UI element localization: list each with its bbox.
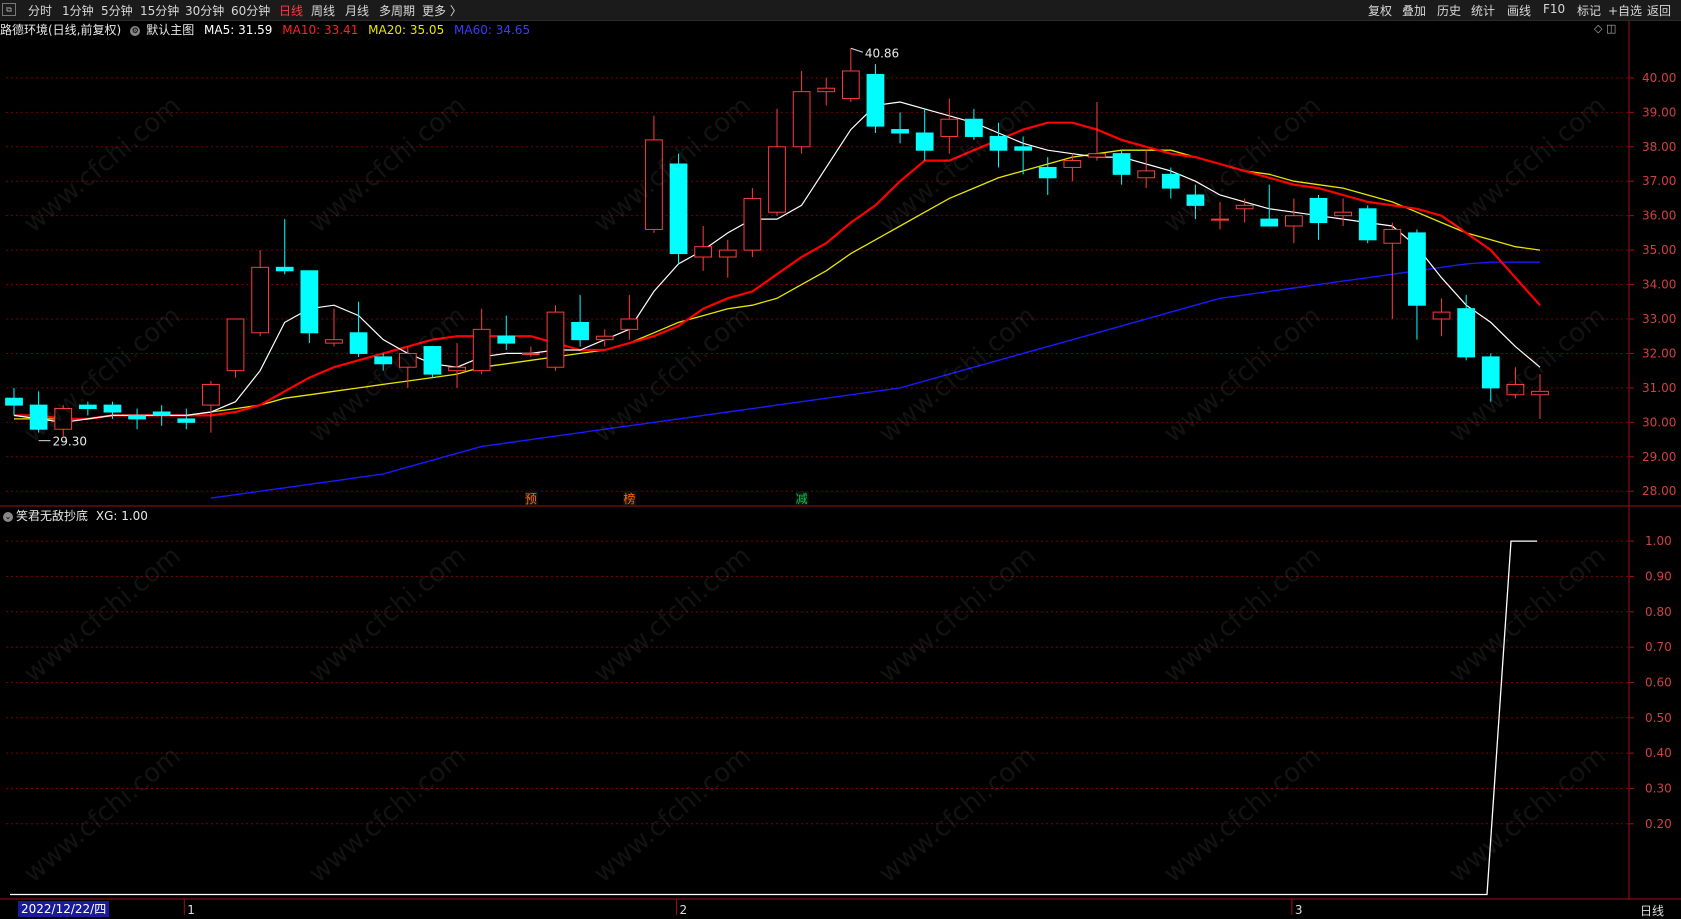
- candle-up: [718, 249, 737, 258]
- candle-up: [448, 366, 466, 372]
- indicator-tick-label: 0.90: [1645, 569, 1672, 583]
- candle-down: [275, 266, 294, 272]
- candle-up: [398, 352, 417, 368]
- candle-down: [374, 356, 393, 365]
- candle-down: [1408, 232, 1426, 306]
- indicator-tick-label: 0.20: [1645, 817, 1672, 831]
- high-pointer: [850, 47, 863, 53]
- price-tick-label: 37.00: [1642, 174, 1676, 188]
- candle-up: [645, 139, 663, 230]
- candle-up: [792, 91, 811, 148]
- price-tick-label: 38.00: [1642, 140, 1676, 154]
- candle-up: [595, 335, 614, 341]
- candle-up: [694, 246, 713, 258]
- candle-up: [1506, 383, 1525, 396]
- candle-down: [300, 270, 319, 334]
- candle-down: [1260, 218, 1279, 227]
- indicator-tick-label: 0.60: [1645, 675, 1672, 689]
- price-tick-label: 33.00: [1642, 312, 1676, 326]
- period-label[interactable]: 日线: [1640, 902, 1664, 919]
- indicator-tick-label: 0.40: [1645, 746, 1672, 760]
- candle-down: [1161, 173, 1180, 189]
- kline-chart[interactable]: 40.00 39.00 38.00 37.00 36.00 35.00 34.00 33.00…: [0, 0, 1681, 918]
- candle-down: [423, 346, 442, 375]
- candle-down: [571, 321, 589, 341]
- candle-up: [1285, 215, 1303, 227]
- app-window: ⧉ 分时 1分钟 5分钟 15分钟 30分钟 60分钟 日线 周线 月线 多周期 更多 〉复权 叠加历…: [0, 0, 1681, 918]
- candle-up: [472, 328, 491, 372]
- cursor-date-label: 2022/12/22/四: [18, 901, 110, 917]
- price-tick-label: 32.00: [1642, 346, 1676, 360]
- candle-up: [1383, 228, 1402, 244]
- candle-up: [1211, 218, 1229, 221]
- price-tick-label: 29.00: [1642, 450, 1676, 464]
- candle-down: [1309, 197, 1328, 224]
- candle-up: [251, 266, 269, 334]
- candle-up: [54, 408, 73, 430]
- candle-down: [1481, 356, 1500, 389]
- candle-down: [349, 332, 368, 354]
- candle-down: [989, 135, 1008, 151]
- candle-down: [152, 411, 171, 416]
- candle-down: [965, 118, 983, 137]
- candle-up: [620, 318, 639, 330]
- month-label: 2: [680, 903, 688, 917]
- indicator-tick-label: 0.50: [1645, 711, 1672, 725]
- month-label: 3: [1295, 903, 1303, 917]
- indicator-tick-label: 0.80: [1645, 605, 1672, 619]
- price-tick-label: 28.00: [1642, 484, 1676, 498]
- candle-down: [866, 73, 885, 127]
- candle-down: [5, 397, 23, 406]
- candle-up: [1531, 390, 1549, 396]
- candle-up: [817, 87, 836, 93]
- candle-down: [497, 335, 516, 344]
- indicator-tick-label: 1.00: [1645, 534, 1672, 548]
- candle-up: [768, 146, 786, 213]
- event-marker: 榜: [623, 491, 635, 506]
- candle-up: [1088, 153, 1106, 158]
- candle-down: [1358, 208, 1377, 241]
- high-price-label: 40.86: [865, 46, 899, 60]
- candle-down: [1186, 194, 1205, 206]
- candle-up: [522, 352, 540, 355]
- indicator-tick-label: 0.70: [1645, 640, 1672, 654]
- candle-up: [841, 70, 860, 100]
- price-tick-label: 31.00: [1642, 381, 1676, 395]
- candle-down: [891, 129, 909, 134]
- candle-down: [103, 404, 122, 413]
- candle-up: [1334, 211, 1352, 217]
- candle-up: [546, 311, 565, 368]
- candle-up: [1063, 160, 1082, 168]
- candle-down: [1112, 153, 1131, 175]
- candle-up: [940, 118, 959, 137]
- candle-down: [128, 414, 146, 420]
- price-tick-label: 39.00: [1642, 105, 1676, 119]
- candle-up: [1432, 311, 1451, 320]
- price-tick-label: 36.00: [1642, 209, 1676, 223]
- candle-up: [325, 339, 343, 344]
- candle-down: [1457, 308, 1476, 358]
- candle-down: [915, 132, 934, 151]
- price-tick-label: 34.00: [1642, 278, 1676, 292]
- event-marker: 减: [796, 492, 808, 506]
- event-marker: 预: [525, 492, 537, 506]
- candle-up: [1235, 204, 1254, 210]
- candle-down: [1014, 146, 1032, 151]
- candle-up: [743, 197, 762, 251]
- candle-down: [177, 418, 196, 423]
- indicator-tick-label: 0.30: [1645, 781, 1672, 795]
- candle-down: [669, 163, 688, 255]
- candle-down: [78, 404, 97, 410]
- candle-up: [202, 383, 220, 406]
- price-tick-label: 30.00: [1642, 415, 1676, 429]
- low-price-label: 29.30: [53, 435, 87, 449]
- price-tick-label: 40.00: [1642, 71, 1676, 85]
- candle-up: [226, 318, 245, 372]
- month-label: 1: [187, 903, 195, 917]
- candle-down: [29, 404, 48, 430]
- candle-up: [1137, 170, 1156, 179]
- price-tick-label: 35.00: [1642, 243, 1676, 257]
- candle-down: [1038, 166, 1057, 179]
